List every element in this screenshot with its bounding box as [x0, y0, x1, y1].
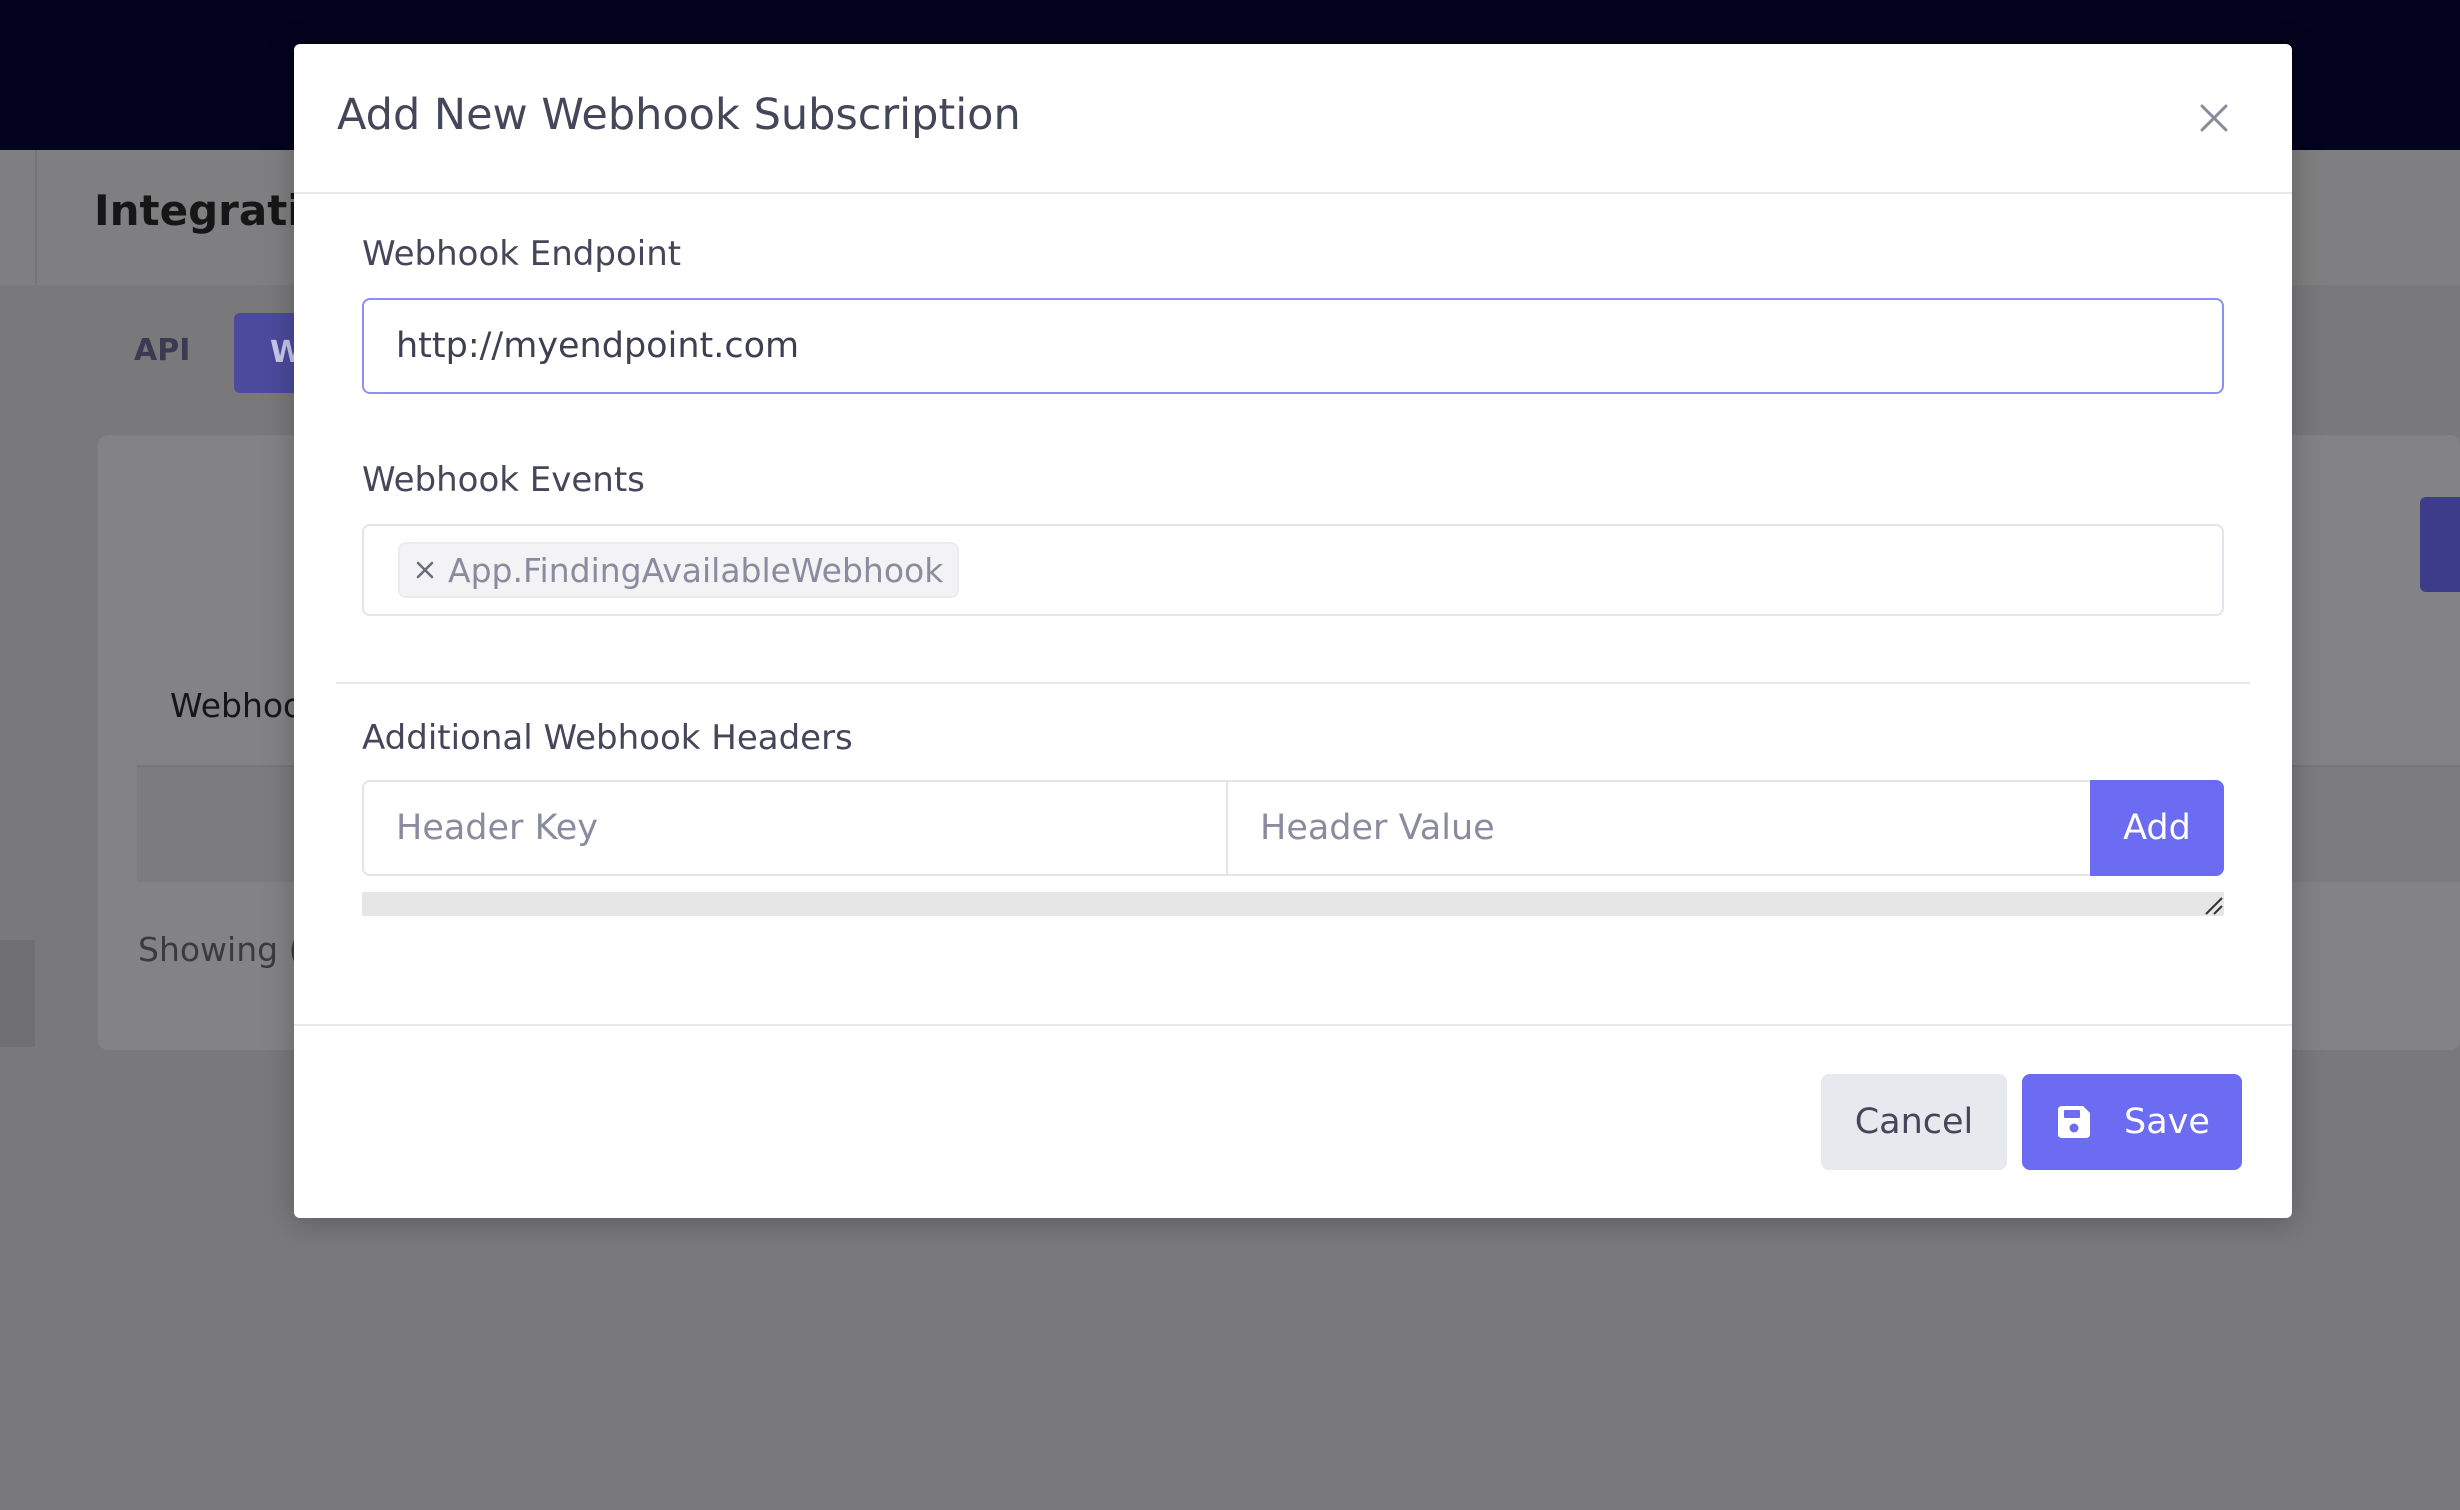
save-icon: [2054, 1102, 2094, 1142]
headers-list: [362, 892, 2224, 916]
events-label: Webhook Events: [362, 460, 645, 500]
close-icon: [416, 561, 434, 579]
save-button[interactable]: Save: [2022, 1074, 2242, 1170]
event-chip-label: App.FindingAvailableWebhook: [448, 550, 944, 590]
save-button-label: Save: [2124, 1102, 2210, 1142]
close-icon: [2200, 104, 2228, 132]
header-value-input[interactable]: [1226, 780, 2092, 876]
endpoint-label: Webhook Endpoint: [362, 234, 682, 274]
resize-handle-icon[interactable]: [2200, 892, 2224, 916]
modal-footer-divider: [294, 1024, 2292, 1026]
header-key-input[interactable]: [362, 780, 1228, 876]
modal-header: Add New Webhook Subscription: [294, 44, 2292, 194]
pagination-info: Showing (: [138, 930, 302, 969]
add-webhook-button[interactable]: [2420, 497, 2460, 592]
modal-title: Add New Webhook Subscription: [337, 90, 1021, 140]
headers-label: Additional Webhook Headers: [362, 718, 853, 758]
section-divider: [336, 682, 2250, 684]
tab-api[interactable]: API: [134, 333, 190, 368]
chip-remove-button[interactable]: [410, 555, 440, 585]
sidebar-block: [0, 940, 35, 1047]
add-webhook-modal: Add New Webhook Subscription Webhook End…: [294, 44, 2292, 1218]
header-input-row: Add: [362, 780, 2224, 876]
events-multiselect[interactable]: App.FindingAvailableWebhook: [362, 524, 2224, 616]
endpoint-input[interactable]: [362, 298, 2224, 394]
event-chip: App.FindingAvailableWebhook: [398, 542, 960, 598]
webhooks-card-label: Webhoo: [170, 686, 304, 725]
close-button[interactable]: [2194, 98, 2234, 138]
add-header-button[interactable]: Add: [2090, 780, 2224, 876]
cancel-button[interactable]: Cancel: [1821, 1074, 2007, 1170]
sidebar-edge: [35, 150, 37, 285]
